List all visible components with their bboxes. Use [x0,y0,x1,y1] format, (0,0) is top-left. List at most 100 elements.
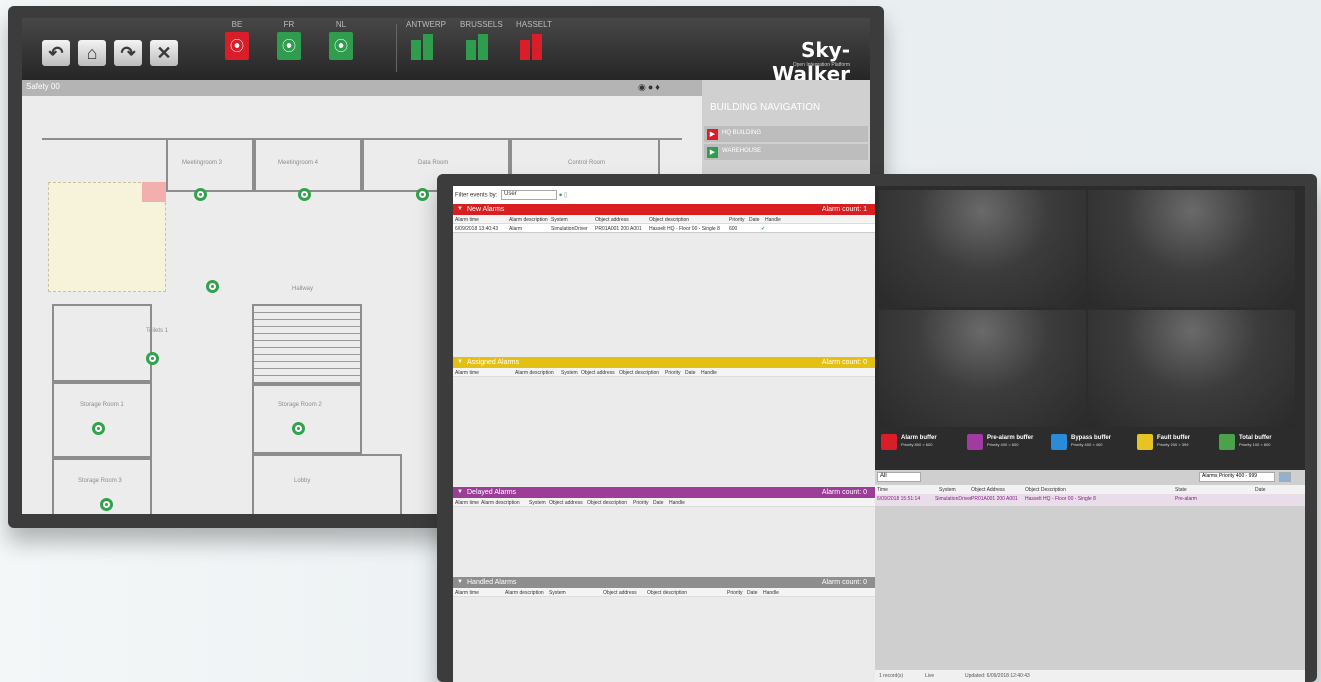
col-date[interactable]: Date [685,370,696,376]
col-handle[interactable]: Handle [765,217,781,223]
panel-count: Alarm count: 0 [821,579,867,586]
col-object-description[interactable]: Object description [619,370,659,376]
buffer-list: All Alarms Priority 400 - 999 Time Syste… [875,470,1305,682]
lobby[interactable] [252,454,402,514]
camera-view-2[interactable] [1088,190,1295,307]
col-system[interactable]: System [939,487,956,493]
country-nl-pin-icon[interactable]: ⦿ [329,32,353,60]
col-date[interactable]: Date [1255,487,1266,493]
panel-new-alarms-header[interactable]: ▼ New Alarms Alarm count: 1 [453,204,875,215]
col-object-address[interactable]: Object address [595,217,629,223]
country-be-pin-icon[interactable]: ⦿ [225,32,249,60]
col-state[interactable]: State [1175,487,1187,493]
col-object-address[interactable]: Object Address [971,487,1005,493]
col-handle[interactable]: Handle [701,370,717,376]
col-alarm-description[interactable]: Alarm description [515,370,554,376]
pre-alarm-buffer-icon [967,434,983,450]
toolbar-separator [396,24,397,72]
room-label: Storage Room 1 [80,402,124,408]
meetingroom-3[interactable] [166,140,254,192]
collapse-icon: ▼ [457,579,463,585]
forward-icon[interactable]: ↷ [114,40,142,66]
col-object-address[interactable]: Object address [603,590,637,596]
col-alarm-time[interactable]: Alarm time [455,370,479,376]
refresh-icon[interactable] [1279,472,1291,482]
city-brussels-building-icon[interactable] [466,34,488,60]
col-object-description[interactable]: Object description [587,500,627,506]
col-alarm-description[interactable]: Alarm description [505,590,544,596]
col-alarm-time[interactable]: Alarm time [455,590,479,596]
col-handle[interactable]: Handle [669,500,685,506]
meetingroom-4[interactable] [254,140,362,192]
alarm-zone[interactable] [142,182,166,202]
buffer-title: Total buffer [1239,435,1272,441]
panel-delayed-alarms-header[interactable]: ▼ Delayed Alarms Alarm count: 0 [453,487,875,498]
alarm-screen: Filter events by: User ● ▯ ▼ New Alarms … [453,186,1305,682]
list-row[interactable]: 6/09/2018 15:51:14 SimulationDriver PR01… [875,494,1305,506]
col-system[interactable]: System [561,370,578,376]
city-antwerp-building-icon[interactable] [411,34,433,60]
sensor-icon[interactable] [416,188,429,201]
sensor-icon[interactable] [292,422,305,435]
camera-view-1[interactable] [879,190,1086,307]
cell-time: 6/09/2018 15:51:14 [877,496,921,502]
sensor-icon[interactable] [194,188,207,201]
sensor-icon[interactable] [298,188,311,201]
panel-handled-alarms-header[interactable]: ▼ Handled Alarms Alarm count: 0 [453,577,875,588]
col-object-address[interactable]: Object address [581,370,615,376]
col-time[interactable]: Time [877,487,888,493]
col-priority[interactable]: Priority [729,217,745,223]
user-icon[interactable]: ● [559,193,563,199]
col-alarm-description[interactable]: Alarm description [481,500,520,506]
col-date[interactable]: Date [747,590,758,596]
col-handle[interactable]: Handle [763,590,779,596]
storage-room-1[interactable] [52,382,152,458]
col-object-description[interactable]: Object description [649,217,689,223]
table-header: Alarm time Alarm description System Obje… [453,215,875,224]
col-alarm-description[interactable]: Alarm description [509,217,548,223]
col-date[interactable]: Date [749,217,760,223]
home-icon[interactable]: ⌂ [78,40,106,66]
storage-room-2[interactable] [252,384,362,454]
priority-filter-select[interactable]: Alarms Priority 400 - 999 [1199,472,1275,482]
col-priority[interactable]: Priority [727,590,743,596]
col-object-description[interactable]: Object Description [1025,487,1066,493]
handle-check-icon[interactable]: ✔ [761,226,765,232]
col-object-description[interactable]: Object description [647,590,687,596]
list-filter-select[interactable]: All [877,472,921,482]
col-alarm-time[interactable]: Alarm time [455,217,479,223]
table-row[interactable]: 6/09/2018 13:40:43 Alarm SimulationDrive… [453,224,875,233]
sensor-icon[interactable] [92,422,105,435]
col-system[interactable]: System [529,500,546,506]
buffer-title: Fault buffer [1157,435,1190,441]
col-priority[interactable]: Priority [665,370,681,376]
document-icon[interactable]: ▯ [564,193,567,199]
sensor-icon[interactable] [100,498,113,511]
nav-item-warehouse[interactable]: ▶ WAREHOUSE [704,144,868,160]
tools-icon[interactable]: ✕ [150,40,178,66]
city-hasselt-building-icon[interactable] [520,34,542,60]
room-label: Lobby [294,478,311,484]
eye-icon[interactable]: ◉ [638,82,648,92]
event-filter: Filter events by: User ● ▯ [455,190,567,202]
col-system[interactable]: System [549,590,566,596]
camera-view-4[interactable] [1088,310,1295,427]
nav-item-hq-building[interactable]: ▶ HQ BUILDING [704,126,868,142]
camera-view-3[interactable] [879,310,1086,427]
col-priority[interactable]: Priority [633,500,649,506]
col-object-address[interactable]: Object address [549,500,583,506]
sensor-icon[interactable] [146,352,159,365]
sensor-icon[interactable] [206,280,219,293]
col-date[interactable]: Date [653,500,664,506]
toilets-1[interactable] [52,304,152,382]
city-label-brussels: BRUSSELS [460,20,503,29]
col-alarm-time[interactable]: Alarm time [455,500,479,506]
filter-select[interactable]: User [501,190,558,200]
panel-assigned-alarms-header[interactable]: ▼ Assigned Alarms Alarm count: 0 [453,357,875,368]
building-navigation-title: BUILDING NAVIGATION [710,102,821,113]
fire-icon[interactable]: ♦ [655,82,662,92]
country-fr-pin-icon[interactable]: ⦿ [277,32,301,60]
col-system[interactable]: System [551,217,568,223]
back-icon[interactable]: ↶ [42,40,70,66]
room-label: Data Room [418,160,449,166]
